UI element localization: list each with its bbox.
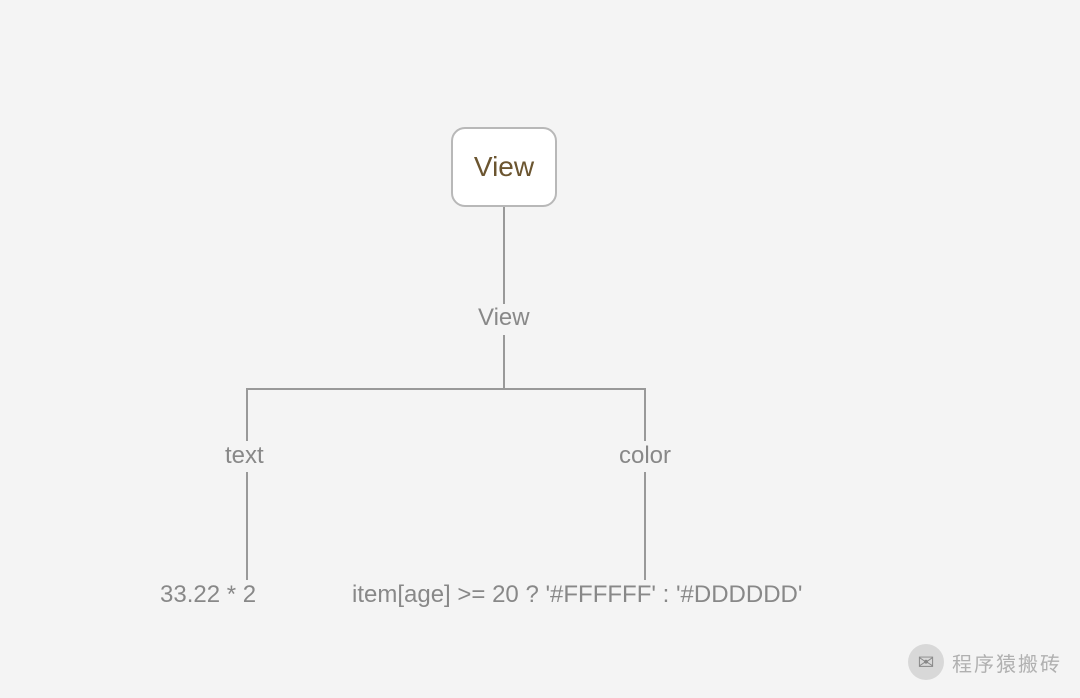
tree-diagram: View View text color 33.22 * 2 item[age]… — [0, 0, 1080, 698]
watermark-text: 程序猿搬砖 — [952, 648, 1062, 677]
connector-line — [644, 388, 646, 441]
wechat-icon: ✉ — [908, 644, 944, 680]
connector-line — [246, 388, 646, 390]
connector-line — [503, 207, 505, 304]
branch-label-text: text — [225, 442, 264, 470]
child-node-view: View — [478, 304, 530, 332]
root-node-box: View — [451, 127, 557, 207]
root-node-label: View — [474, 151, 534, 183]
watermark: ✉ 程序猿搬砖 — [908, 644, 1062, 680]
branch-label-color: color — [619, 442, 671, 470]
leaf-expression-left: 33.22 * 2 — [160, 581, 256, 609]
connector-line — [246, 388, 248, 441]
wechat-icon-glyph: ✉ — [918, 650, 935, 675]
connector-line — [503, 335, 505, 390]
leaf-expression-right: item[age] >= 20 ? '#FFFFFF' : '#DDDDDD' — [352, 581, 802, 609]
connector-line — [644, 472, 646, 580]
connector-line — [246, 472, 248, 580]
